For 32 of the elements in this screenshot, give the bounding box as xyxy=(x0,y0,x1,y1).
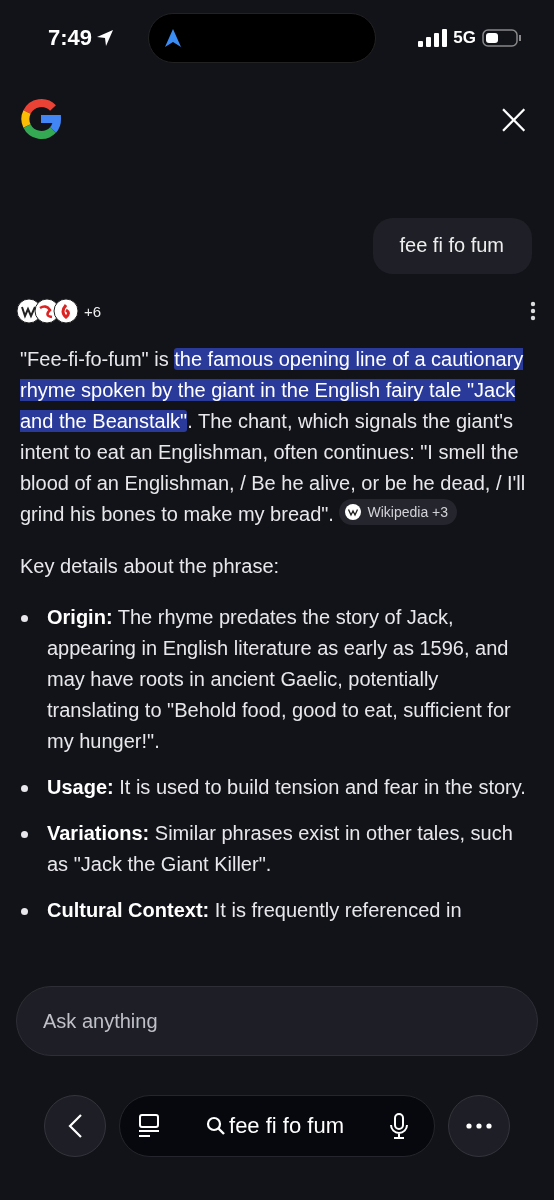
signal-icon xyxy=(418,29,448,47)
location-arrow-icon xyxy=(96,29,115,47)
bullet-text: Variations: Similar phrases exist in other tales, such as "Jack the Giant Killer". xyxy=(47,821,514,877)
citation-chip[interactable]: Wikipedia +3 xyxy=(339,499,458,525)
tabs-icon xyxy=(138,1114,160,1138)
network-label: 5G xyxy=(453,28,476,48)
bullet-icon xyxy=(21,785,28,792)
search-pill[interactable]: fee fi fo fum xyxy=(119,1095,435,1157)
source-favicons-icon xyxy=(16,298,80,324)
more-options-icon[interactable] xyxy=(530,301,536,321)
bullet-text: Cultural Context: It is frequently referenced in xyxy=(47,898,462,923)
ask-field[interactable]: Ask anything xyxy=(16,986,538,1056)
source-count[interactable]: +6 xyxy=(84,302,102,320)
bullet-icon xyxy=(21,831,28,838)
answer-paragraph: "Fee-fi-fo-fum" is the famous opening line of a cautionary rhyme spoken by the giant in the English fairy tale "Jack and the Beanstalk". The chant, which signals the giant's intent to eat an Englishman, often continues: "I smell the blood of an Englishman, / Be he alive, or be he dead, / I'll grind his bones to make my bread". Wikipedia +3 xyxy=(20,347,527,527)
query-bubble: fee fi fo fum xyxy=(372,218,532,274)
lead-text: Key details about the phrase: xyxy=(20,554,281,579)
back-icon xyxy=(67,1113,83,1139)
close-button[interactable]: × xyxy=(495,99,532,139)
microphone-icon[interactable] xyxy=(390,1113,408,1139)
wikipedia-icon xyxy=(345,504,362,520)
more-icon xyxy=(466,1123,492,1129)
google-logo-icon xyxy=(20,98,62,140)
bullet-text: Origin: The rhyme predates the story of Jack, appearing in English literature as early as 1596, and may have roots in ancient Gaelic, potentially translating to "Behold food, good to eat, sufficient for my hunger!". xyxy=(47,605,512,754)
bullet-icon xyxy=(21,908,28,915)
navigation-arrow-icon xyxy=(165,29,182,47)
search-query[interactable]: fee fi fo fum xyxy=(229,1113,344,1139)
bullet-text: Usage: It is used to build tension and fear in the story. xyxy=(47,775,526,800)
bullet-icon xyxy=(21,615,28,622)
clock-time: 7:49 xyxy=(48,25,93,51)
battery-icon xyxy=(482,28,522,48)
search-icon xyxy=(206,1116,226,1136)
